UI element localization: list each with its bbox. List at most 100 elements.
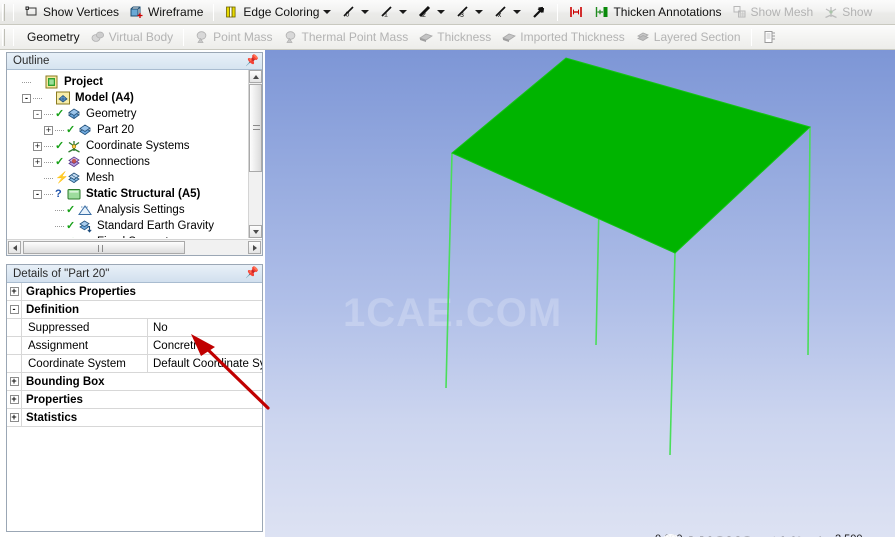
edge-direction-arrow-button[interactable] [527,2,551,23]
graphics-viewport[interactable]: 1CAE.COM 0.000 1.250 2.500 ANSYS 结构院 仿真在… [265,50,895,537]
edge-thickness-1-button[interactable]: 1 [375,2,411,23]
slab-surface [451,57,811,254]
scroll-right-button[interactable] [248,241,261,254]
details-section-expander[interactable]: + [7,373,22,390]
model-column-1[interactable] [445,152,453,389]
details-section-expander[interactable]: + [7,283,22,300]
edge-thickness-0-button[interactable]: 0 [337,2,373,23]
tree-item-model-a4[interactable]: - Model (A4) [11,90,262,106]
show-coordinate-systems-button[interactable]: Show [819,2,876,23]
edge-coloring-button[interactable]: Edge Coloring [220,2,335,23]
outline-vertical-scrollbar[interactable] [248,70,262,238]
scale-max-label: 2.500 [835,533,863,537]
details-section-expander[interactable]: + [7,391,22,408]
geometry-menu-button[interactable]: Geometry [20,27,84,48]
tree-item-label: Static Structural (A5) [86,188,201,200]
thermal-point-mass-button[interactable]: Thermal Point Mass [279,27,413,48]
model-geometry[interactable] [265,50,895,537]
point-mass-button[interactable]: Point Mass [190,27,276,48]
details-row-coordinate-system[interactable]: Coordinate SystemDefault Coordinate Sy..… [7,355,262,373]
details-row-suppressed[interactable]: Suppressed No [7,319,262,337]
tree-item-label: Coordinate Systems [86,140,190,152]
details-section-expander[interactable]: + [7,409,22,426]
tree-status-icon: ✓ [66,123,76,136]
model-column-3[interactable] [669,252,676,456]
toolbar-grip[interactable] [2,28,5,46]
virtual-body-button[interactable]: Virtual Body [86,27,177,48]
layered-section-label: Layered Section [653,29,741,44]
toolbar-geometry-context: Geometry Virtual Body Point Mass Thermal… [0,25,895,50]
details-row-value[interactable]: No [148,319,262,336]
thicken-annotations-label: Thicken Annotations [613,4,722,19]
details-panel: Details of "Part 20" 📌 + Graphics Propert… [6,264,263,532]
toolbar-grip[interactable] [2,3,5,21]
show-vertices-button[interactable]: Show Vertices [20,2,123,23]
scroll-down-button[interactable] [249,225,262,238]
tree-item-fixed-support[interactable]: ✓ Fixed Support [11,234,262,238]
thicken-lines-button[interactable] [564,2,588,23]
scroll-thumb-horizontal[interactable] [23,241,185,254]
cross-section-button[interactable] [758,27,782,48]
edge-direction-arrow-icon [531,4,547,20]
details-section-label: Statistics [26,411,78,424]
tree-item-project[interactable]: Project [11,74,262,90]
details-section-expander[interactable]: - [7,301,22,318]
tree-expander[interactable]: - [33,189,42,199]
chevron-down-icon[interactable] [361,10,370,14]
wireframe-button[interactable]: Wireframe [125,2,207,23]
project-icon [44,75,60,89]
thicken-annotations-button[interactable]: Thicken Annotations [590,2,725,23]
outline-tree[interactable]: Project - Model (A4) - ✓ Geometry + ✓ Part 20 + ✓ C… [7,70,262,238]
outline-title-label: Outline [13,55,50,67]
edge-thickness-x-button[interactable]: x [489,2,525,23]
tree-item-part-20[interactable]: + ✓ Part 20 [11,122,262,138]
chevron-down-icon[interactable] [475,10,484,14]
tree-status-icon: ✓ [66,203,76,216]
layered-section-button[interactable]: Layered Section [631,27,745,48]
tree-item-geometry[interactable]: - ✓ Geometry [11,106,262,122]
toolbar-separator [557,3,559,21]
tree-item-coordinate-systems[interactable]: + ✓ Coordinate Systems [11,138,262,154]
tree-expander[interactable]: + [44,125,53,135]
chevron-down-icon[interactable] [323,10,332,14]
tree-item-analysis-settings[interactable]: ✓ Analysis Settings [11,202,262,218]
pin-icon[interactable]: 📌 [245,54,259,68]
imported-thickness-button[interactable]: Imported Thickness [497,27,629,48]
analysis-icon [66,187,82,201]
thickness-icon [418,29,434,45]
outline-horizontal-scrollbar[interactable] [7,239,262,255]
pin-icon[interactable]: 📌 [245,266,259,280]
tree-expander[interactable]: + [33,141,42,151]
thicken-lines-icon [568,4,584,20]
wireframe-label: Wireframe [148,4,204,19]
svg-text:0: 0 [346,12,350,19]
tree-item-connections[interactable]: + ✓ Connections [11,154,262,170]
scroll-left-button[interactable] [8,241,21,254]
edge-thickness-3-button[interactable]: 3 [451,2,487,23]
chevron-down-icon[interactable] [399,10,408,14]
tree-item-static-structural-a5[interactable]: -? Static Structural (A5) [11,186,262,202]
thickness-button[interactable]: Thickness [414,27,495,48]
tree-expander[interactable]: - [33,109,42,119]
chevron-down-icon[interactable] [437,10,446,14]
details-row-value[interactable]: Default Coordinate Sy... [148,355,262,372]
scroll-thumb[interactable] [249,84,262,172]
thermal-point-mass-label: Thermal Point Mass [301,29,409,44]
details-section-properties: + Properties [7,391,262,409]
tree-expander[interactable]: + [33,157,42,167]
tree-item-standard-earth-gravity[interactable]: ✓ Standard Earth Gravity [11,218,262,234]
tree-status-icon: ✓ [66,236,77,238]
show-mesh-button[interactable]: Show Mesh [728,2,818,23]
details-row-key: Suppressed [22,319,148,336]
show-vertices-icon [24,4,40,20]
tree-expander[interactable]: - [22,93,31,103]
chevron-down-icon[interactable] [513,10,522,14]
model-column-2[interactable] [807,126,811,356]
edge-thickness-3-icon: 3 [455,4,471,20]
details-row-assignment[interactable]: Assignment Concretre [7,337,262,355]
edge-thickness-2-button[interactable]: 2 [413,2,449,23]
toolbar-separator [750,28,752,46]
details-row-value[interactable]: Concretre [148,337,262,354]
tree-item-mesh[interactable]: ⚡ Mesh [11,170,262,186]
scroll-up-button[interactable] [249,70,262,83]
